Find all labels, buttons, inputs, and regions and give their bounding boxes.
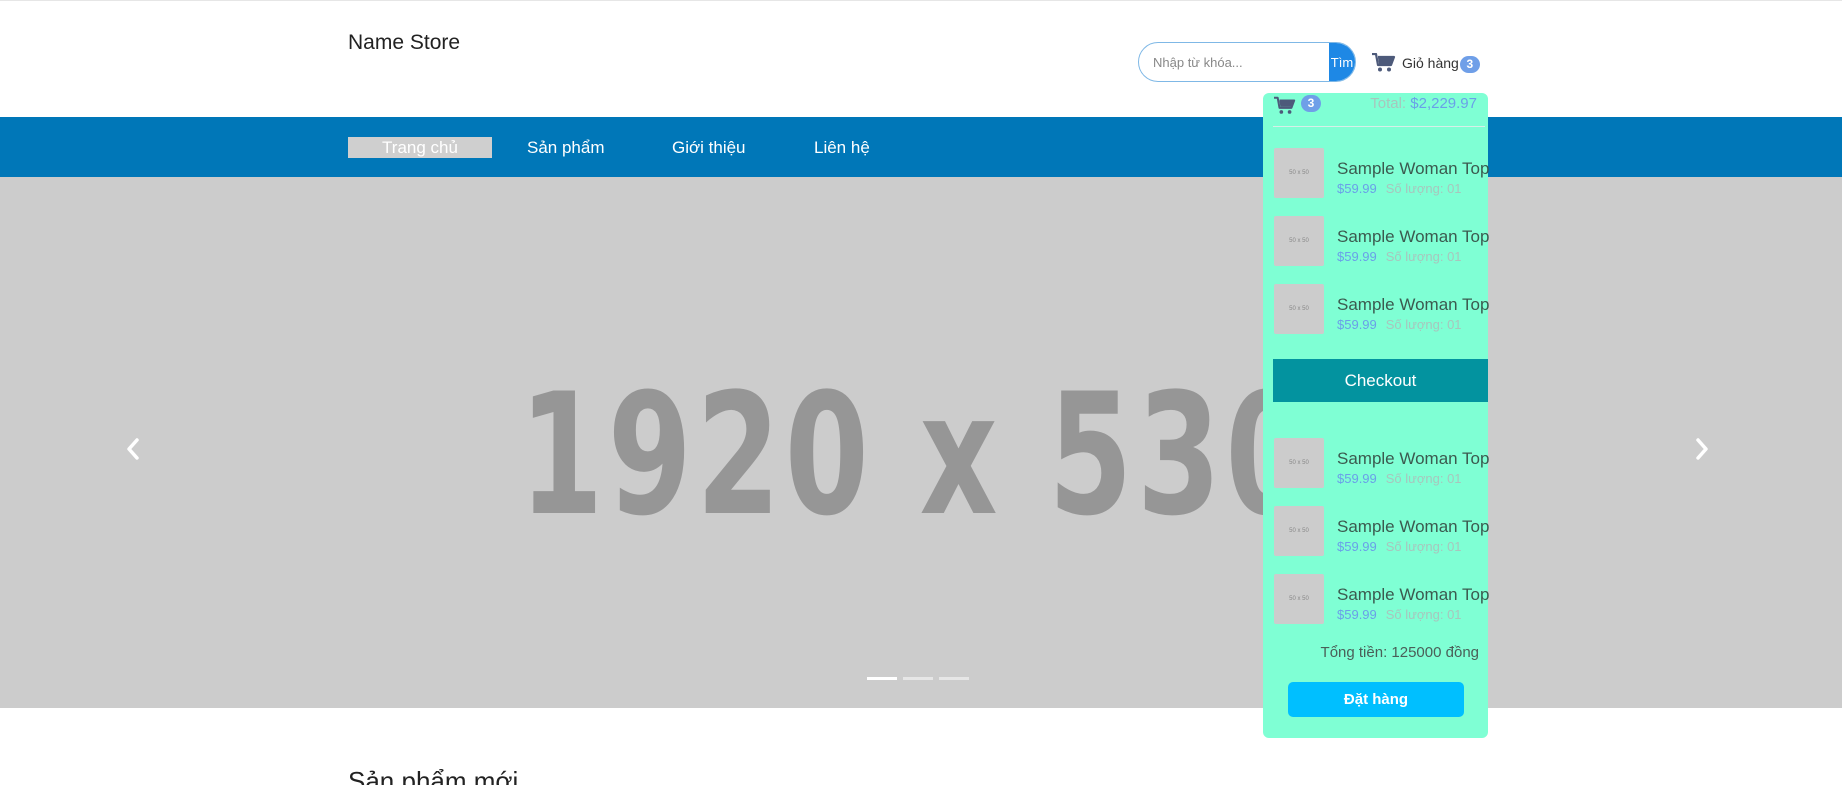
item-quantity: Số lượng: 01 [1385, 181, 1462, 196]
item-meta: $59.99 Số lượng: 01 [1337, 607, 1462, 622]
cart-item[interactable]: 50 x 50 Sample Woman Top $59.99 Số lượng:… [1274, 574, 1490, 626]
chevron-left-icon [127, 438, 139, 460]
item-meta: $59.99 Số lượng: 01 [1337, 317, 1462, 332]
section-title: Sản phẩm mới [348, 766, 519, 785]
nav-item-home[interactable]: Trang chủ [348, 137, 492, 158]
item-meta: $59.99 Số lượng: 01 [1337, 539, 1462, 554]
chevron-right-icon [1696, 438, 1708, 460]
item-price: $59.99 [1337, 607, 1377, 622]
cart-icon [1372, 53, 1396, 72]
item-name: Sample Woman Top [1337, 449, 1490, 468]
cart-item[interactable]: 50 x 50 Sample Woman Top $59.99 Số lượng:… [1274, 438, 1490, 490]
total-value: $2,229.97 [1410, 95, 1477, 112]
item-price: $59.99 [1337, 539, 1377, 554]
item-price: $59.99 [1337, 181, 1377, 196]
item-price: $59.99 [1337, 317, 1377, 332]
carousel-indicators [867, 677, 969, 680]
item-price: $59.99 [1337, 471, 1377, 486]
carousel-indicator-2[interactable] [903, 677, 933, 680]
cart-icon [1274, 96, 1296, 114]
carousel-indicator-1[interactable] [867, 677, 897, 680]
item-meta: $59.99 Số lượng: 01 [1337, 249, 1462, 264]
place-order-button[interactable]: Đặt hàng [1288, 682, 1464, 717]
carousel-indicator-3[interactable] [939, 677, 969, 680]
item-thumbnail: 50 x 50 [1274, 574, 1324, 624]
store-logo[interactable]: Name Store [348, 31, 460, 55]
item-name: Sample Woman Top [1337, 585, 1490, 604]
item-name: Sample Woman Top [1337, 227, 1490, 246]
cart-item[interactable]: 50 x 50 Sample Woman Top $59.99 Số lượng:… [1274, 506, 1490, 558]
main-nav: Trang chủ Sản phẩm Giới thiệu Liên hệ [0, 117, 1842, 177]
item-quantity: Số lượng: 01 [1385, 539, 1462, 554]
item-quantity: Số lượng: 01 [1385, 471, 1462, 486]
cart-item[interactable]: 50 x 50 Sample Woman Top $59.99 Số lượng:… [1274, 216, 1490, 268]
site-header: Name Store Tìm Giỏ hàng 3 [0, 0, 1842, 117]
item-thumbnail: 50 x 50 [1274, 148, 1324, 198]
nav-item-about[interactable]: Giới thiệu [672, 137, 746, 158]
search-form: Tìm [1138, 42, 1356, 82]
nav-item-products[interactable]: Sản phẩm [527, 137, 605, 158]
item-quantity: Số lượng: 01 [1385, 607, 1462, 622]
cart-dropdown-total: Total: $2,229.97 [1370, 95, 1477, 112]
item-quantity: Số lượng: 01 [1385, 317, 1462, 332]
cart-item[interactable]: 50 x 50 Sample Woman Top $59.99 Số lượng:… [1274, 148, 1490, 200]
item-name: Sample Woman Top [1337, 517, 1490, 536]
cart-dropdown-header: 3 Total: $2,229.97 [1263, 93, 1488, 127]
cart-count-badge: 3 [1459, 55, 1480, 73]
item-thumbnail: 50 x 50 [1274, 284, 1324, 334]
cart-link[interactable]: Giỏ hàng 3 [1372, 53, 1480, 73]
cart-item[interactable]: 50 x 50 Sample Woman Top $59.99 Số lượng:… [1274, 284, 1490, 336]
search-button[interactable]: Tìm [1329, 43, 1355, 81]
cart-sum-text: Tổng tiền: 125000 đồng [1320, 644, 1479, 661]
item-thumbnail: 50 x 50 [1274, 506, 1324, 556]
checkout-button[interactable]: Checkout [1273, 359, 1488, 402]
item-price: $59.99 [1337, 249, 1377, 264]
cart-label: Giỏ hàng [1402, 55, 1459, 71]
carousel-prev-button[interactable] [121, 429, 145, 469]
cart-dropdown: 3 Total: $2,229.97 50 x 50 Sample Woman … [1263, 93, 1490, 738]
item-name: Sample Woman Top [1337, 159, 1490, 178]
item-quantity: Số lượng: 01 [1385, 249, 1462, 264]
divider [1273, 126, 1485, 127]
total-label: Total: [1370, 95, 1407, 112]
nav-item-contact[interactable]: Liên hệ [814, 137, 870, 158]
hero-carousel: 1920 x 530 [0, 177, 1842, 708]
item-meta: $59.99 Số lượng: 01 [1337, 471, 1462, 486]
item-thumbnail: 50 x 50 [1274, 216, 1324, 266]
cart-dropdown-count-badge: 3 [1301, 95, 1321, 112]
search-input[interactable] [1139, 43, 1329, 81]
carousel-next-button[interactable] [1690, 429, 1714, 469]
item-meta: $59.99 Số lượng: 01 [1337, 181, 1462, 196]
item-thumbnail: 50 x 50 [1274, 438, 1324, 488]
item-name: Sample Woman Top [1337, 295, 1490, 314]
